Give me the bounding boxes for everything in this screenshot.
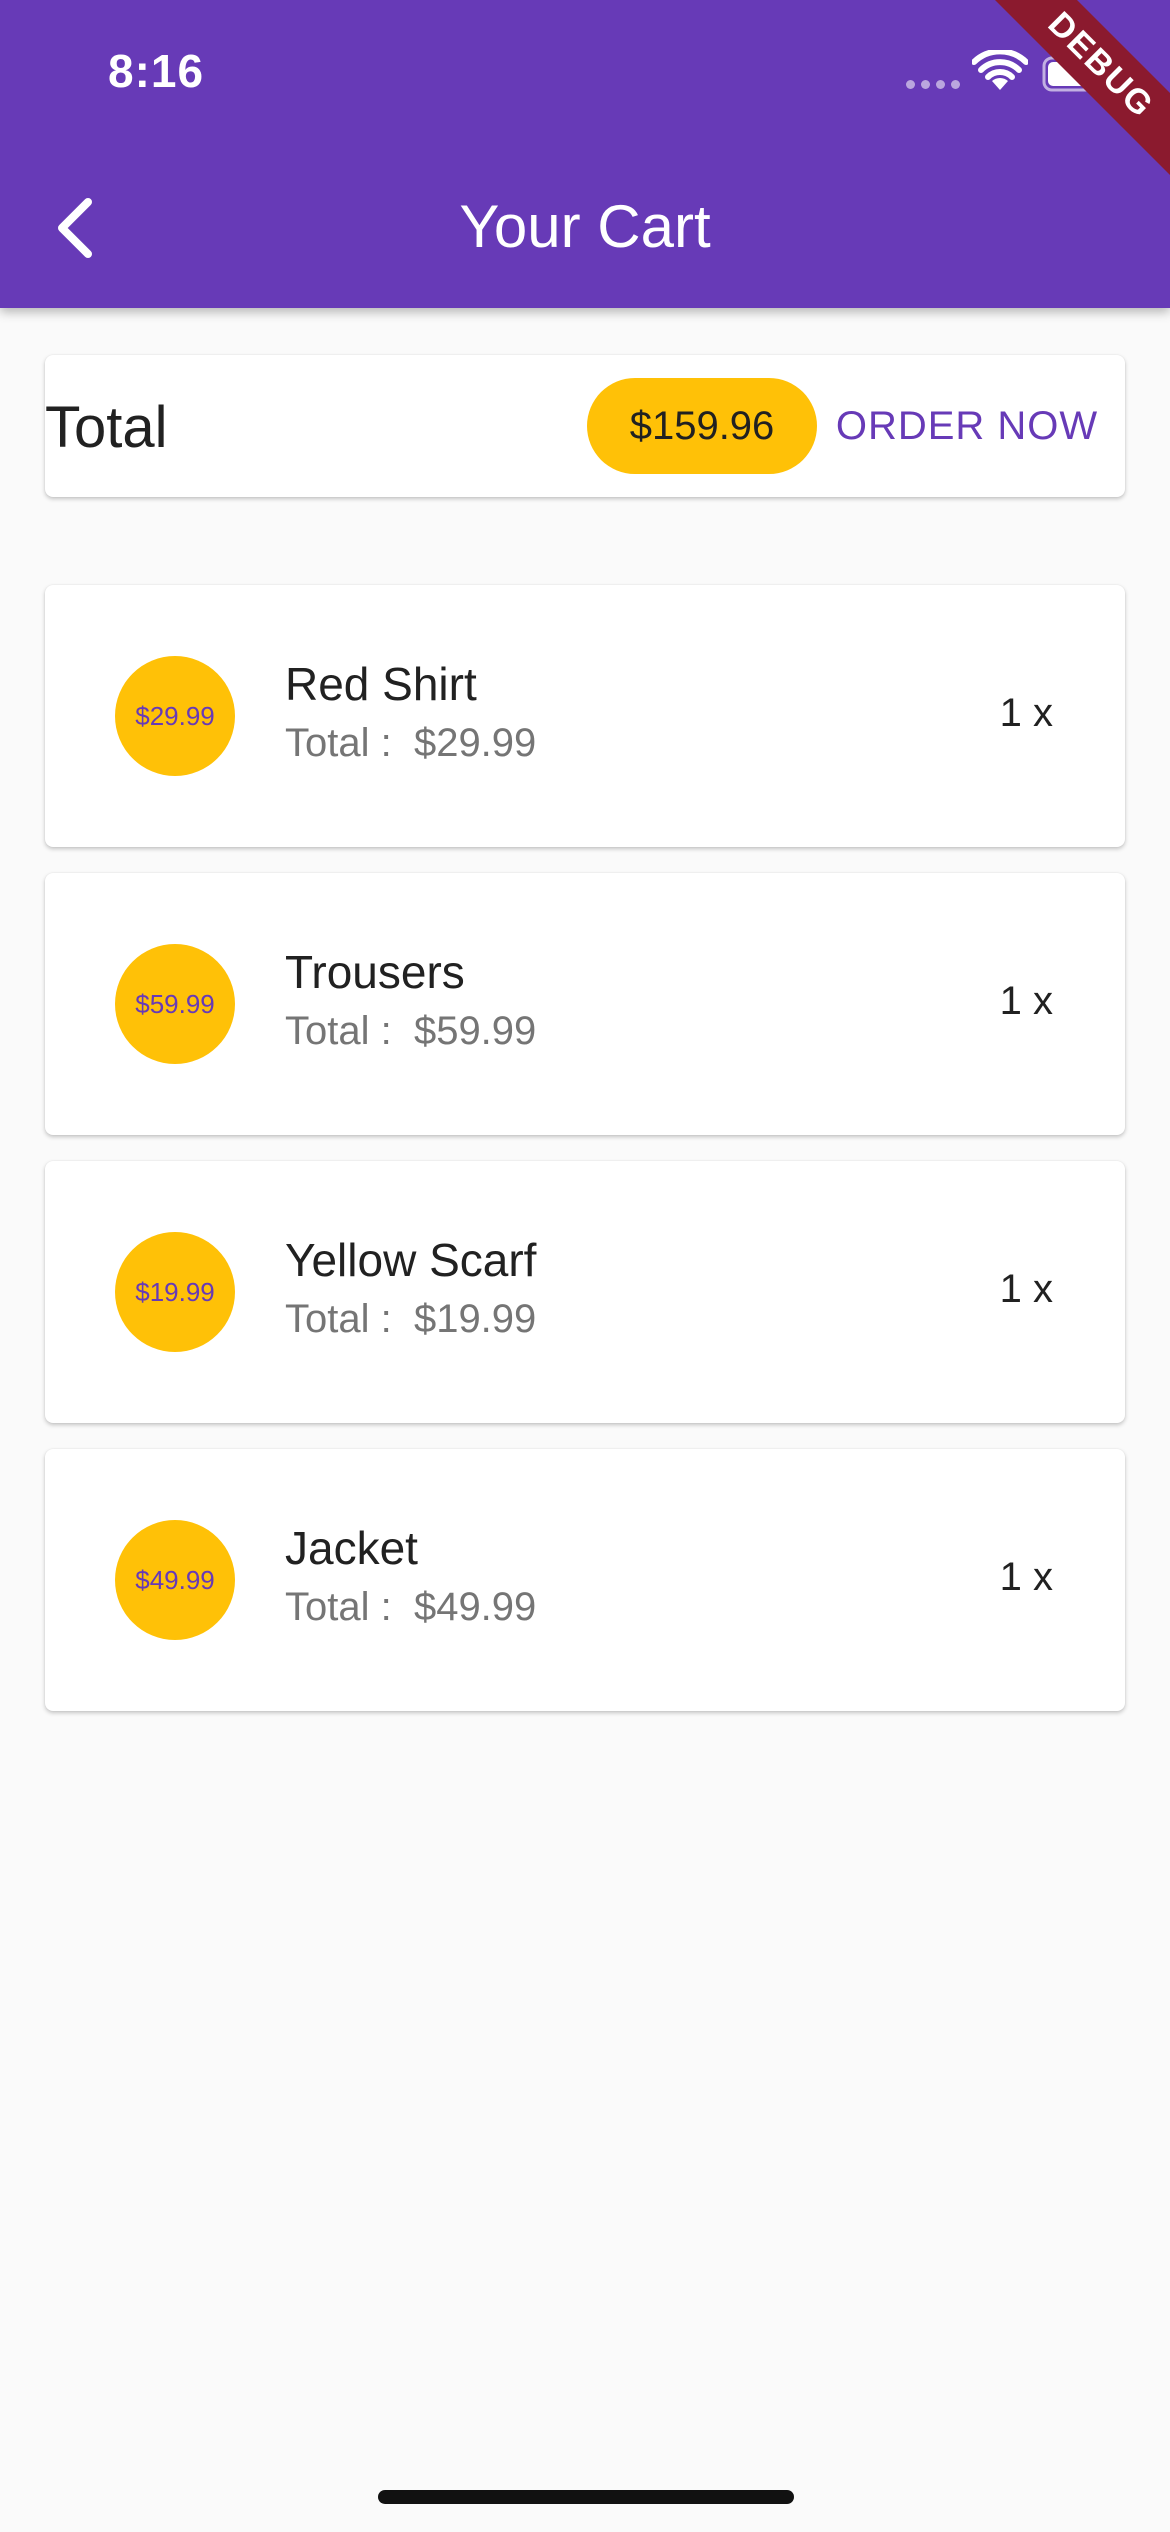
item-quantity: 1 x — [999, 1555, 1053, 1599]
item-price-avatar: $59.99 — [115, 944, 235, 1064]
cart-item[interactable]: $29.99 Red Shirt Total : $29.99 1 x — [45, 585, 1125, 847]
item-quantity: 1 x — [999, 691, 1053, 735]
item-total: Total : $29.99 — [285, 721, 537, 765]
item-price-avatar: $29.99 — [115, 656, 235, 776]
cellular-signal-icon — [906, 80, 960, 89]
cart-screen: 8:16 Your Cart DEBUG Total $159.96 ORDER… — [0, 0, 1170, 2532]
item-title: Red Shirt — [285, 658, 477, 710]
item-price-avatar: $49.99 — [115, 1520, 235, 1640]
home-indicator[interactable] — [378, 2490, 794, 2504]
status-time: 8:16 — [108, 45, 205, 97]
cart-item[interactable]: $19.99 Yellow Scarf Total : $19.99 1 x — [45, 1161, 1125, 1423]
cart-item[interactable]: $59.99 Trousers Total : $59.99 1 x — [45, 873, 1125, 1135]
item-title: Trousers — [285, 946, 465, 998]
order-summary-card: Total $159.96 ORDER NOW — [45, 355, 1125, 497]
wifi-icon — [972, 50, 1028, 90]
item-title: Jacket — [285, 1522, 418, 1574]
page-title: Your Cart — [459, 193, 711, 260]
item-total: Total : $19.99 — [285, 1297, 537, 1341]
item-price-avatar: $19.99 — [115, 1232, 235, 1352]
total-label: Total — [45, 395, 168, 460]
cart-item[interactable]: $49.99 Jacket Total : $49.99 1 x — [45, 1449, 1125, 1711]
order-now-button[interactable]: ORDER NOW — [831, 378, 1103, 474]
item-total: Total : $49.99 — [285, 1585, 537, 1629]
item-title: Yellow Scarf — [285, 1234, 537, 1286]
total-amount-chip: $159.96 — [587, 378, 817, 474]
item-total: Total : $59.99 — [285, 1009, 537, 1053]
app-bar: 8:16 Your Cart — [0, 0, 1170, 308]
item-quantity: 1 x — [999, 979, 1053, 1023]
item-quantity: 1 x — [999, 1267, 1053, 1311]
